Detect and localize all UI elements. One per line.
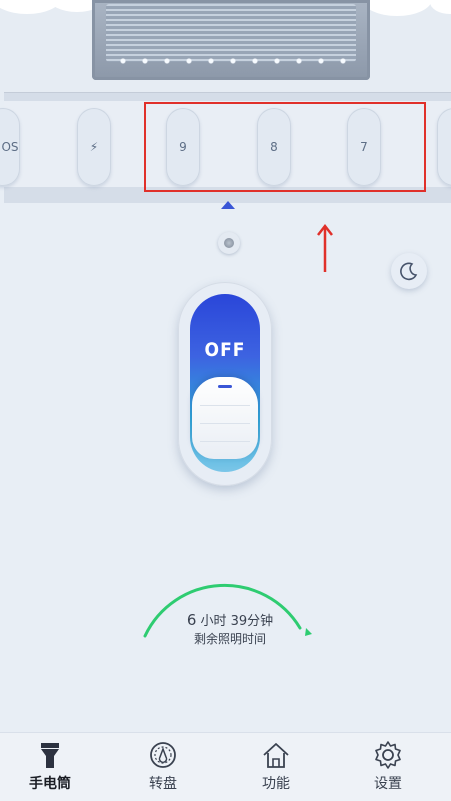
- gear-icon: [375, 741, 401, 769]
- nav-item-flashlight[interactable]: 手电筒: [5, 733, 95, 801]
- nav-label: 设置: [374, 776, 402, 792]
- decorative-blob: [430, 0, 451, 14]
- selector-pointer: [221, 201, 235, 209]
- switch-knob[interactable]: [192, 377, 258, 459]
- bottom-nav: 手电筒 转盘 功能 设置: [0, 732, 451, 801]
- flashlight-icon: [41, 743, 59, 768]
- mode-pill-flash[interactable]: ⚡: [77, 108, 111, 186]
- switch-state-label: OFF: [204, 339, 246, 361]
- nav-item-dial[interactable]: 转盘: [118, 733, 208, 801]
- highlight-box: [144, 102, 426, 192]
- remaining-time-value: 6 小时 39分钟: [186, 611, 274, 629]
- flashlight-lens: [92, 0, 370, 80]
- nav-item-functions[interactable]: 功能: [231, 733, 321, 801]
- moon-icon: [400, 262, 418, 281]
- decorative-blob: [362, 0, 432, 16]
- red-arrow: [317, 223, 333, 272]
- power-switch[interactable]: OFF: [178, 282, 272, 486]
- night-mode-button[interactable]: [391, 253, 427, 289]
- mode-pill-partial[interactable]: [437, 108, 451, 186]
- home-icon: [263, 743, 289, 768]
- top-area: [0, 0, 451, 100]
- indicator-light: [218, 232, 240, 254]
- nav-label: 功能: [262, 776, 290, 792]
- dial-icon: [150, 742, 176, 768]
- nav-label: 转盘: [149, 776, 177, 792]
- nav-item-settings[interactable]: 设置: [343, 733, 433, 801]
- lightning-icon: ⚡: [89, 140, 99, 154]
- remaining-time-display: 6 小时 39分钟 剩余照明时间: [140, 578, 320, 648]
- remaining-time-caption: 剩余照明时间: [193, 632, 266, 646]
- mode-pill-os[interactable]: OS: [0, 108, 20, 186]
- mode-pill-label: OS: [1, 140, 19, 154]
- nav-label: 手电筒: [29, 776, 71, 792]
